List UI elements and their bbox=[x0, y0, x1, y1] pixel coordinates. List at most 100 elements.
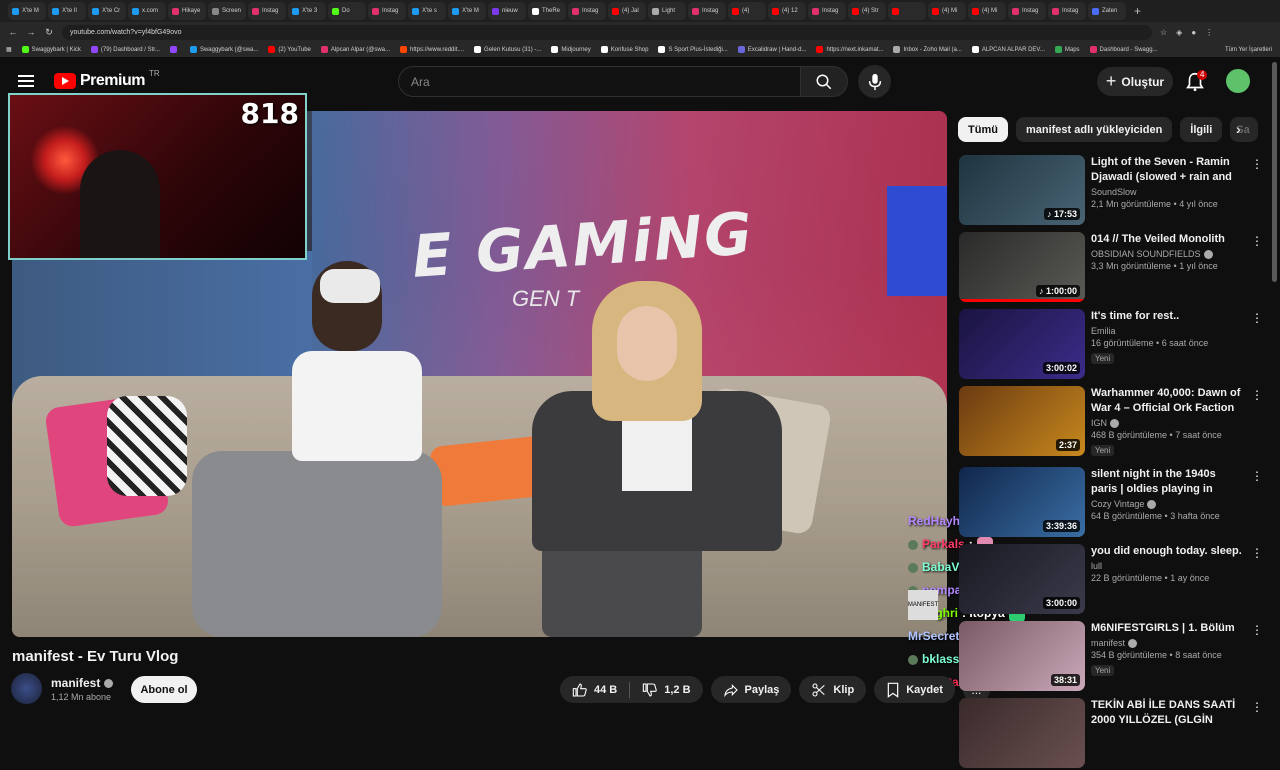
bookmark-item[interactable]: Swaggybark | Kick bbox=[21, 46, 81, 53]
recommended-video[interactable]: 2:37 Warhammer 40,000: Dawn of War 4 – Of… bbox=[959, 386, 1263, 458]
bookmark-item[interactable]: Dashboard - Swagg... bbox=[1089, 46, 1158, 53]
search-button[interactable] bbox=[800, 66, 848, 97]
video-channel[interactable]: OBSIDIAN SOUNDFIELDS bbox=[1091, 249, 1243, 259]
browser-tab[interactable]: X'te M bbox=[8, 2, 46, 20]
channel-name[interactable]: Emilia bbox=[1091, 326, 1116, 336]
browser-tab[interactable]: Instag bbox=[368, 2, 406, 20]
video-thumbnail[interactable]: ♪ 1:00:00 bbox=[959, 232, 1085, 302]
video-title[interactable]: TEKİN ABİ İLE DANS SAATİ 2000 YILLÖZEL (… bbox=[1091, 698, 1243, 728]
all-bookmarks[interactable]: Tüm Yer İşaretleri bbox=[1225, 47, 1280, 53]
browser-tab[interactable]: nieuw bbox=[488, 2, 526, 20]
recommended-video[interactable]: 3:00:00 you did enough today. sleep. lull 2… bbox=[959, 544, 1263, 616]
video-title[interactable]: Warhammer 40,000: Dawn of War 4 – Offici… bbox=[1091, 386, 1243, 416]
clip-button[interactable]: Klip bbox=[799, 676, 867, 703]
menu-icon[interactable] bbox=[18, 75, 34, 87]
more-options-icon[interactable]: ⋮ bbox=[1251, 700, 1263, 714]
voice-search-button[interactable] bbox=[858, 65, 891, 98]
video-title[interactable]: M6NIFESTGIRLS | 1. Bölüm bbox=[1091, 621, 1243, 636]
bookmark-item[interactable]: Swaggybark (@swa... bbox=[189, 46, 258, 53]
video-thumbnail[interactable] bbox=[959, 698, 1085, 768]
browser-tab[interactable]: Instag bbox=[808, 2, 846, 20]
dislike-button[interactable]: 1,2 B bbox=[630, 682, 702, 698]
bookmark-item[interactable]: Konfuse Shop bbox=[600, 46, 648, 53]
more-options-icon[interactable]: ⋮ bbox=[1251, 546, 1263, 560]
video-title[interactable]: Light of the Seven - Ramin Djawadi (slow… bbox=[1091, 155, 1243, 185]
more-options-icon[interactable]: ⋮ bbox=[1251, 388, 1263, 402]
channel-name[interactable]: Cozy Vintage bbox=[1091, 499, 1144, 509]
apps-icon[interactable]: ▦ bbox=[6, 46, 12, 53]
youtube-premium-logo[interactable]: Premium TR bbox=[54, 69, 160, 90]
recommended-video[interactable]: 38:31 M6NIFESTGIRLS | 1. Bölüm manifest 354… bbox=[959, 621, 1263, 693]
scrollbar[interactable] bbox=[1272, 62, 1277, 282]
recommended-video[interactable]: ♪ 1:00:00 014 // The Veiled Monolith OBSID… bbox=[959, 232, 1263, 304]
subscribe-button[interactable]: Abone ol bbox=[131, 676, 197, 703]
profile-icon[interactable]: ● bbox=[1191, 28, 1196, 37]
channel-name[interactable]: manifest bbox=[1091, 638, 1125, 648]
browser-tab[interactable]: TheRe bbox=[528, 2, 566, 20]
video-title[interactable]: you did enough today. sleep. bbox=[1091, 544, 1243, 559]
video-title[interactable]: silent night in the 1940s paris | oldies… bbox=[1091, 467, 1243, 497]
browser-tab[interactable]: Instag bbox=[688, 2, 726, 20]
menu-icon[interactable]: ⋮ bbox=[1205, 28, 1213, 37]
bookmark-item[interactable]: https://www.reddit.... bbox=[400, 46, 464, 53]
video-channel[interactable]: Cozy Vintage bbox=[1091, 499, 1243, 509]
browser-tab[interactable]: X'te Cr bbox=[88, 2, 126, 20]
video-thumbnail[interactable]: 3:00:00 bbox=[959, 544, 1085, 614]
star-icon[interactable]: ☆ bbox=[1160, 28, 1167, 37]
filter-chip[interactable]: Tümü bbox=[958, 117, 1008, 142]
channel-name[interactable]: SoundSlow bbox=[1091, 187, 1137, 197]
browser-tab[interactable]: Instag bbox=[568, 2, 606, 20]
video-channel[interactable]: Emilia bbox=[1091, 326, 1243, 336]
browser-tab[interactable]: (4) 12 bbox=[768, 2, 806, 20]
account-avatar[interactable] bbox=[1226, 69, 1250, 93]
bookmark-item[interactable]: (79) Dashboard / Str... bbox=[90, 46, 160, 53]
filter-chip[interactable]: manifest adlı yükleyiciden bbox=[1015, 117, 1173, 142]
url-field[interactable]: youtube.com/watch?v=yf4bfG49ovo bbox=[62, 24, 1152, 40]
video-title[interactable]: 014 // The Veiled Monolith bbox=[1091, 232, 1243, 247]
bookmark-item[interactable]: Excalidraw | Hand-d... bbox=[737, 46, 806, 53]
recommended-video[interactable]: TEKİN ABİ İLE DANS SAATİ 2000 YILLÖZEL (… bbox=[959, 698, 1263, 770]
share-button[interactable]: Paylaş bbox=[710, 676, 792, 703]
video-channel[interactable]: lull bbox=[1091, 561, 1243, 571]
browser-tab[interactable]: Zaten bbox=[1088, 2, 1126, 20]
more-options-icon[interactable]: ⋮ bbox=[1251, 469, 1263, 483]
browser-tab[interactable] bbox=[888, 2, 926, 20]
create-button[interactable]: + Oluştur bbox=[1097, 67, 1173, 96]
browser-tab[interactable]: Light bbox=[648, 2, 686, 20]
browser-tab[interactable]: X'te 3 bbox=[288, 2, 326, 20]
extension-icon[interactable]: ◈ bbox=[1176, 28, 1182, 37]
channel-name[interactable]: OBSIDIAN SOUNDFIELDS bbox=[1091, 249, 1201, 259]
like-button[interactable]: 44 B bbox=[560, 682, 629, 698]
browser-tab[interactable]: (4) Jal bbox=[608, 2, 646, 20]
save-button[interactable]: Kaydet bbox=[874, 676, 955, 703]
video-channel[interactable]: IGN bbox=[1091, 418, 1243, 428]
more-options-icon[interactable]: ⋮ bbox=[1251, 623, 1263, 637]
video-title[interactable]: It's time for rest.. bbox=[1091, 309, 1243, 324]
bookmark-item[interactable]: Gelen Kutusu (31) -... bbox=[474, 46, 541, 53]
channel-name[interactable]: lull bbox=[1091, 561, 1102, 571]
search-input[interactable] bbox=[411, 74, 800, 89]
browser-tab[interactable]: Screen bbox=[208, 2, 246, 20]
new-tab-button[interactable]: + bbox=[1134, 4, 1141, 18]
video-thumbnail[interactable]: 3:00:02 bbox=[959, 309, 1085, 379]
back-icon[interactable]: ← bbox=[8, 27, 18, 37]
channel-name-text[interactable]: manifest bbox=[51, 676, 100, 690]
video-channel[interactable]: manifest bbox=[1091, 638, 1243, 648]
video-channel[interactable]: SoundSlow bbox=[1091, 187, 1243, 197]
bookmark-item[interactable]: Alpcan Alpar (@swa... bbox=[320, 46, 390, 53]
video-thumbnail[interactable]: 2:37 bbox=[959, 386, 1085, 456]
browser-tab[interactable]: X'te M bbox=[448, 2, 486, 20]
browser-tab[interactable]: X'te Il bbox=[48, 2, 86, 20]
more-options-icon[interactable]: ⋮ bbox=[1251, 234, 1263, 248]
browser-tab[interactable]: Instag bbox=[1048, 2, 1086, 20]
bookmark-item[interactable] bbox=[169, 46, 180, 53]
bookmark-item[interactable]: https://next.inkamat... bbox=[816, 46, 883, 53]
video-thumbnail[interactable]: 3:39:36 bbox=[959, 467, 1085, 537]
filter-chip[interactable]: Sa bbox=[1230, 117, 1259, 142]
forward-icon[interactable]: → bbox=[26, 27, 36, 37]
video-thumbnail[interactable]: ♪ 17:53 bbox=[959, 155, 1085, 225]
bookmark-item[interactable]: (2) YouTube bbox=[268, 46, 311, 53]
channel-name[interactable]: IGN bbox=[1091, 418, 1107, 428]
more-options-icon[interactable]: ⋮ bbox=[1251, 157, 1263, 171]
bookmark-item[interactable]: ALPCAN ALPAR DEV... bbox=[971, 46, 1045, 53]
